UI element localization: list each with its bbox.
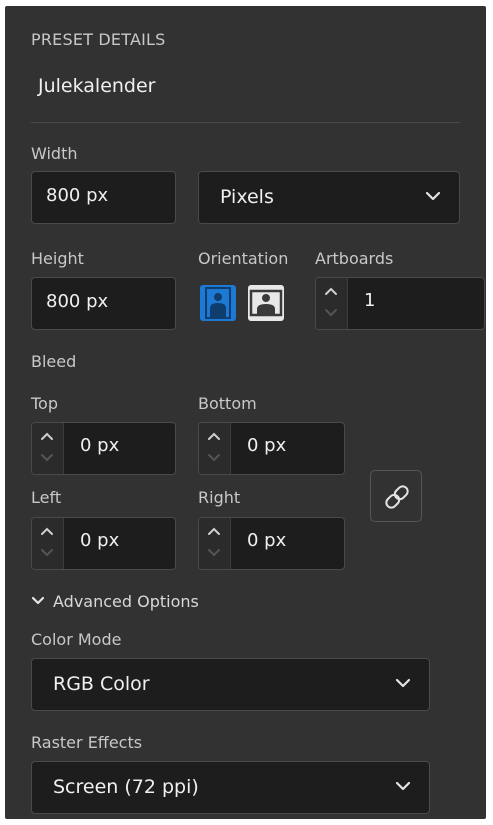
bleed-bottom-spinner[interactable] [199,423,231,474]
bleed-left-value: 0 px [80,530,120,551]
link-icon [385,485,409,509]
bleed-left-spinner[interactable] [32,518,64,569]
raster-effects-label: Raster Effects [31,733,143,752]
bleed-top-label: Top [31,394,58,413]
width-input[interactable]: 800 px [31,171,176,224]
chevron-up-icon[interactable] [206,431,222,441]
artboards-label: Artboards [315,249,394,268]
width-label: Width [31,144,78,163]
bleed-bottom-value: 0 px [247,435,287,456]
bleed-right-stepper[interactable]: 0 px [198,517,345,570]
chevron-down-icon[interactable] [39,548,55,558]
bleed-left-label: Left [31,488,62,507]
artboards-value: 1 [364,290,376,311]
preset-name[interactable]: Julekalender [38,75,156,97]
orientation-label: Orientation [198,249,289,268]
chevron-up-icon[interactable] [206,526,222,536]
bleed-bottom-stepper[interactable]: 0 px [198,422,345,475]
bleed-top-value: 0 px [80,435,120,456]
chevron-down-icon[interactable] [39,453,55,463]
chevron-down-icon[interactable] [206,548,222,558]
width-value: 800 px [46,185,109,206]
units-dropdown[interactable]: Pixels [198,171,460,224]
preset-details-panel: PRESET DETAILS Julekalender Width 800 px… [5,6,486,819]
bleed-left-stepper[interactable]: 0 px [31,517,176,570]
chevron-down-icon [425,191,441,201]
portrait-orientation-button[interactable] [200,285,236,321]
chevron-down-icon [395,781,411,791]
color-mode-dropdown[interactable]: RGB Color [31,658,430,711]
chevron-down-icon[interactable] [31,596,45,606]
color-mode-value: RGB Color [53,673,150,695]
artboards-spinner[interactable] [316,278,348,329]
height-input[interactable]: 800 px [31,277,176,330]
bleed-top-stepper[interactable]: 0 px [31,422,176,475]
chevron-down-icon[interactable] [323,308,339,318]
raster-effects-value: Screen (72 ppi) [53,776,199,798]
chevron-down-icon[interactable] [206,453,222,463]
bleed-label: Bleed [31,352,77,371]
divider [31,122,460,123]
height-value: 800 px [46,291,109,312]
chevron-up-icon[interactable] [39,431,55,441]
bleed-right-value: 0 px [247,530,287,551]
raster-effects-dropdown[interactable]: Screen (72 ppi) [31,761,430,814]
advanced-options-toggle[interactable]: Advanced Options [53,592,199,611]
bleed-right-label: Right [198,488,241,507]
landscape-orientation-button[interactable] [248,285,284,321]
bleed-right-spinner[interactable] [199,518,231,569]
chevron-up-icon[interactable] [323,286,339,296]
link-bleed-button[interactable] [370,470,422,522]
bleed-bottom-label: Bottom [198,394,257,413]
chevron-up-icon[interactable] [39,526,55,536]
portrait-icon [205,287,231,319]
color-mode-label: Color Mode [31,630,122,649]
units-value: Pixels [220,186,274,208]
chevron-down-icon [395,678,411,688]
landscape-icon [249,289,283,317]
section-title: PRESET DETAILS [31,30,166,49]
bleed-top-spinner[interactable] [32,423,64,474]
artboards-stepper[interactable]: 1 [315,277,485,330]
height-label: Height [31,249,84,268]
